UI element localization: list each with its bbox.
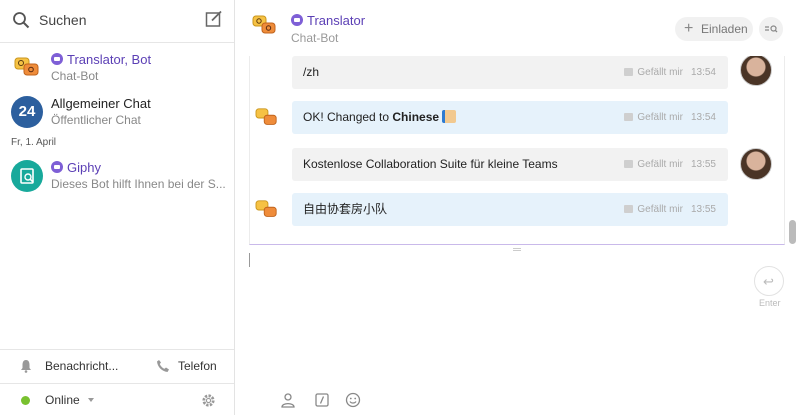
message-text-bold: Chinese [392,110,440,124]
translator-bot-avatar [255,108,277,125]
chat-subtitle: Dieses Bot hilft Ihnen bei der S... [51,177,226,191]
date-separator: Fr, 1. April [11,137,57,148]
chat-name: Translator, Bot [51,52,151,67]
compose-icon[interactable] [205,10,223,28]
like-button[interactable]: Gefällt mir [637,204,683,215]
chat-item-translator-bot[interactable]: Translator, Bot Chat-Bot [0,48,234,90]
message-time: 13:55 [690,159,716,170]
status-bar: Online [0,383,234,415]
user-avatar[interactable] [740,148,772,180]
search-in-chat-icon[interactable] [759,17,783,41]
chat-avatar: 24 [11,96,43,128]
invite-label: Einladen [701,22,748,36]
chevron-down-icon[interactable] [88,398,94,402]
sidebar: Suchen Translator, Bot Chat-Bot 24 Allge… [0,0,235,415]
message-bubble[interactable]: /zh Gefällt mir 13:54 [292,56,728,89]
message-scrollbar[interactable] [789,220,796,244]
translator-bot-avatar [252,15,276,34]
sidebar-search-row[interactable]: Suchen [0,0,234,43]
command-slash-icon[interactable] [314,392,330,408]
send-label: Enter [759,298,781,308]
chat-item-giphy[interactable]: Giphy Dieses Bot hilft Ihnen bei der S..… [0,156,234,198]
message-time: 13:55 [690,204,716,215]
bot-icon [291,14,303,26]
plus-icon: + [684,20,694,37]
smiley-icon[interactable] [345,392,361,408]
thumbs-up-icon[interactable] [624,160,634,168]
sidebar-actions: Benachricht... Telefon [0,349,234,382]
status-selector[interactable]: Online [45,393,80,407]
chat-name-text: Giphy [67,160,101,175]
giphy-avatar [11,160,43,192]
message-text-prefix: OK! Changed to [303,110,393,124]
gear-icon[interactable] [201,393,216,408]
text-cursor [249,253,250,267]
translator-bot-avatar [255,200,277,217]
message-time: 13:54 [690,112,716,123]
phone-button[interactable]: Telefon [178,359,217,373]
like-button[interactable]: Gefällt mir [637,67,683,78]
thumbs-up-emoji-icon [442,110,457,123]
message-text: 自由协套房小队 [303,202,388,216]
status-online-dot [21,396,30,405]
message-meta: Gefällt mir 13:55 [624,148,716,181]
chat-header: Translator Chat-Bot + Einladen [235,0,800,56]
giphy-search-icon [20,168,34,184]
chat-panel: Translator Chat-Bot + Einladen /zh Gefäl… [235,0,800,415]
user-avatar[interactable] [740,56,772,86]
enter-arrow-icon: ↩ [763,274,774,289]
chat-subtitle: Chat-Bot [51,69,99,83]
chat-name: Allgemeiner Chat [51,96,151,111]
message-text: OK! Changed to Chinese [303,110,457,124]
message-list[interactable]: /zh Gefällt mir 13:54 OK! Changed to Chin… [249,56,785,245]
translator-bot-avatar [14,57,39,76]
chat-name: Giphy [51,160,101,175]
chat-name-text: Translator, Bot [67,52,152,67]
message-meta: Gefällt mir 13:54 [624,56,716,89]
message-text: /zh [303,65,320,79]
notifications-button[interactable]: Benachricht... [45,359,118,373]
message-meta: Gefällt mir 13:54 [624,101,716,134]
bell-icon[interactable] [20,359,32,373]
message-bubble[interactable]: 自由协套房小队 Gefällt mir 13:55 [292,193,728,226]
like-button[interactable]: Gefällt mir [637,159,683,170]
thumbs-up-icon[interactable] [624,68,634,76]
bot-icon [51,53,63,65]
search-input[interactable]: Suchen [39,12,86,28]
thumbs-up-icon[interactable] [624,205,634,213]
message-bubble[interactable]: OK! Changed to Chinese Gefällt mir 13:54 [292,101,728,134]
chat-title: Translator [291,13,365,28]
search-icon [13,12,30,29]
chat-title-text: Translator [307,13,366,28]
chat-subtitle: Chat-Bot [291,31,339,45]
chat-subtitle: Öffentlicher Chat [51,113,141,127]
message-input[interactable] [249,250,785,380]
invite-button[interactable]: + Einladen [675,17,753,41]
bot-icon [51,161,63,173]
message-text: Kostenlose Collaboration Suite für klein… [303,157,558,171]
send-button[interactable]: ↩ [754,266,784,296]
message-time: 13:54 [690,67,716,78]
like-button[interactable]: Gefällt mir [637,112,683,123]
thumbs-up-icon[interactable] [624,113,634,121]
message-bubble[interactable]: Kostenlose Collaboration Suite für klein… [292,148,728,181]
mention-user-icon[interactable] [280,392,296,408]
chat-item-allgemeiner-chat[interactable]: 24 Allgemeiner Chat Öffentlicher Chat [0,92,234,134]
phone-icon[interactable] [156,359,170,373]
message-meta: Gefällt mir 13:55 [624,193,716,226]
